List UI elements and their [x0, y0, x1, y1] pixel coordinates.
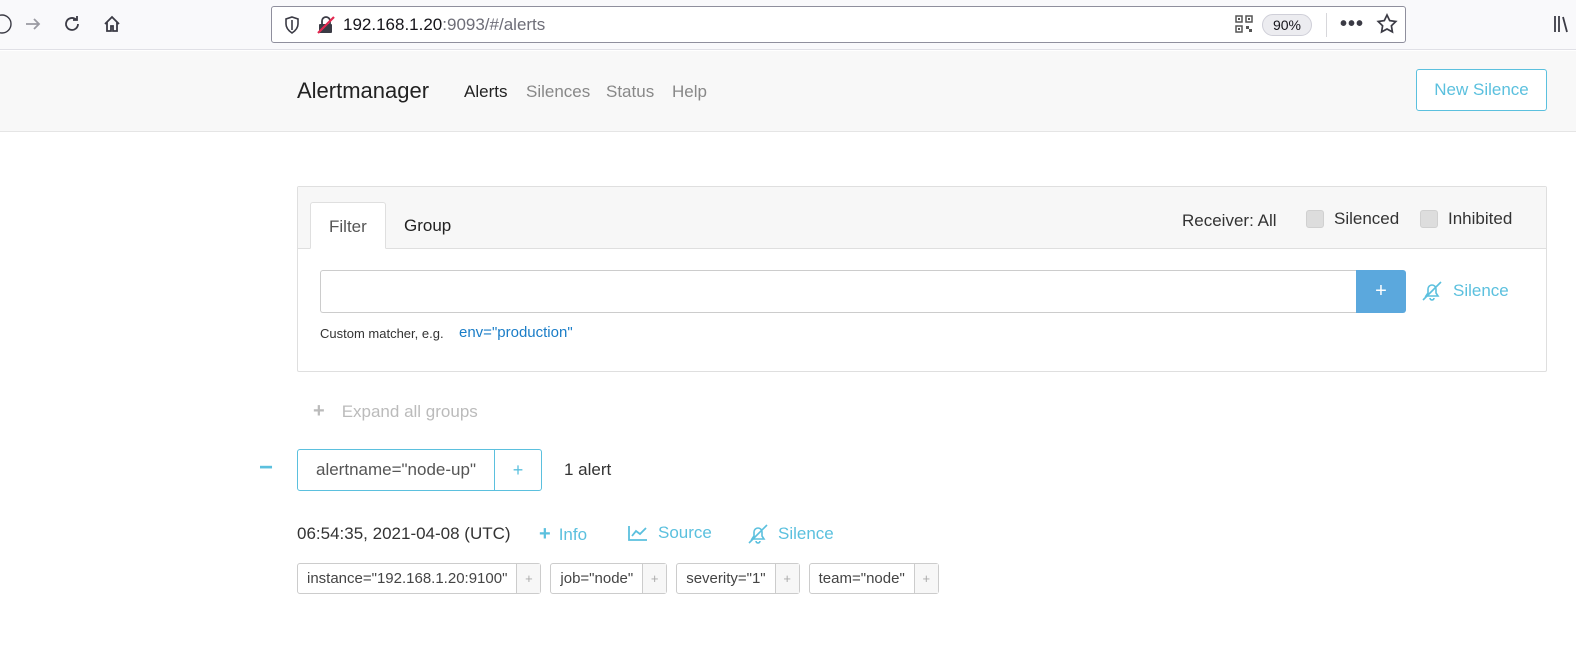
receiver-selector[interactable]: Receiver: All [1182, 211, 1277, 231]
nav-link-status[interactable]: Status [606, 82, 654, 102]
new-silence-button[interactable]: New Silence [1416, 69, 1547, 111]
filter-card: Filter Group Receiver: All Silenced Inhi… [297, 186, 1547, 372]
collapse-group-button[interactable]: − [259, 456, 275, 480]
home-icon [104, 15, 120, 32]
shield-icon[interactable] [284, 16, 300, 34]
tab-group[interactable]: Group [386, 202, 469, 249]
forward-arrow-icon [26, 18, 41, 30]
alert-label-text[interactable]: instance="192.168.1.20:9100" [298, 564, 518, 593]
checkbox-box[interactable] [1420, 210, 1438, 228]
add-filter-button[interactable]: + [1356, 270, 1406, 313]
alert-silence-label: Silence [778, 524, 834, 543]
insecure-lock-icon[interactable] [316, 15, 336, 35]
alert-label-text[interactable]: job="node" [551, 564, 644, 593]
alert-start-time: 06:54:35, 2021-04-08 (UTC) [297, 524, 511, 543]
alert-label-chip: job="node" + [550, 563, 668, 594]
filter-input[interactable] [320, 270, 1357, 313]
url-host: 192.168.1.20 [343, 15, 443, 34]
alert-label-chip: team="node" + [808, 563, 939, 594]
alert-silence-button[interactable]: Silence [747, 523, 834, 545]
group-label-text[interactable]: alertname="node-up" [298, 450, 495, 490]
alert-info-label: Info [558, 524, 588, 544]
alert-label-add-button[interactable]: + [775, 564, 799, 593]
forward-button[interactable] [19, 10, 47, 38]
page-actions-menu-icon[interactable]: ••• [1340, 14, 1364, 34]
silenced-checkbox[interactable]: Silenced [1306, 209, 1399, 229]
filter-silence-label: Silence [1453, 281, 1509, 300]
alert-label-add-button[interactable]: + [643, 564, 667, 593]
expand-all-groups-button[interactable]: + Expand all groups [313, 400, 478, 423]
brand-title[interactable]: Alertmanager [297, 78, 429, 104]
inhibited-checkbox[interactable]: Inhibited [1420, 209, 1512, 229]
alert-label-text[interactable]: team="node" [810, 564, 915, 593]
nav-link-alerts[interactable]: Alerts [464, 82, 507, 102]
alert-info-button[interactable]: + Info [539, 523, 587, 546]
receiver-label: Receiver: [1182, 211, 1254, 230]
divider [1326, 13, 1327, 37]
alert-labels: instance="192.168.1.20:9100" + job="node… [297, 563, 948, 594]
group-label-chip: alertname="node-up" + [297, 449, 542, 491]
nav-link-help[interactable]: Help [672, 82, 707, 102]
alert-label-chip: severity="1" + [676, 563, 800, 594]
zoom-level-badge[interactable]: 90% [1262, 14, 1312, 36]
alert-label-text[interactable]: severity="1" [677, 564, 776, 593]
back-icon [0, 14, 12, 34]
checkbox-box[interactable] [1306, 210, 1324, 228]
silenced-label: Silenced [1334, 209, 1400, 228]
alert-label-add-button[interactable]: + [914, 564, 938, 593]
matcher-example-link[interactable]: env="production" [459, 324, 573, 341]
url-path: :9093/#/alerts [442, 15, 546, 34]
reload-button[interactable] [58, 10, 86, 38]
alert-label-add-button[interactable]: + [517, 564, 541, 593]
expand-all-label: Expand all groups [341, 401, 478, 421]
filter-silence-button[interactable]: Silence [1421, 280, 1509, 302]
reload-icon [65, 16, 79, 31]
alert-source-label: Source [658, 523, 712, 542]
address-bar[interactable]: 192.168.1.20:9093/#/alerts 90% ••• [271, 6, 1406, 43]
matcher-hint: Custom matcher, e.g. [320, 326, 444, 341]
bell-slash-icon [1422, 281, 1442, 301]
alert-source-link[interactable]: Source [627, 523, 712, 543]
receiver-value: All [1257, 211, 1277, 230]
filter-card-header: Filter Group Receiver: All Silenced Inhi… [298, 187, 1546, 249]
qr-code-icon[interactable] [1235, 15, 1253, 33]
home-button[interactable] [98, 10, 126, 38]
nav-link-silences[interactable]: Silences [526, 82, 590, 102]
library-icon[interactable] [1552, 14, 1568, 34]
back-button[interactable] [0, 10, 16, 38]
group-label-add-button[interactable]: + [495, 450, 541, 490]
url-text[interactable]: 192.168.1.20:9093/#/alerts [343, 15, 545, 35]
alert-label-chip: instance="192.168.1.20:9100" + [297, 563, 542, 594]
plus-icon: + [539, 523, 551, 545]
app-navbar: Alertmanager Alerts Silences Status Help… [0, 51, 1576, 132]
line-chart-icon [628, 526, 647, 541]
bookmark-star-icon[interactable] [1376, 13, 1398, 35]
alert-count: 1 alert [564, 460, 612, 479]
tab-filter[interactable]: Filter [310, 202, 386, 249]
inhibited-label: Inhibited [1448, 209, 1513, 228]
browser-toolbar: 192.168.1.20:9093/#/alerts 90% ••• [0, 0, 1576, 50]
bell-slash-icon [748, 524, 768, 544]
plus-icon: + [313, 400, 325, 422]
